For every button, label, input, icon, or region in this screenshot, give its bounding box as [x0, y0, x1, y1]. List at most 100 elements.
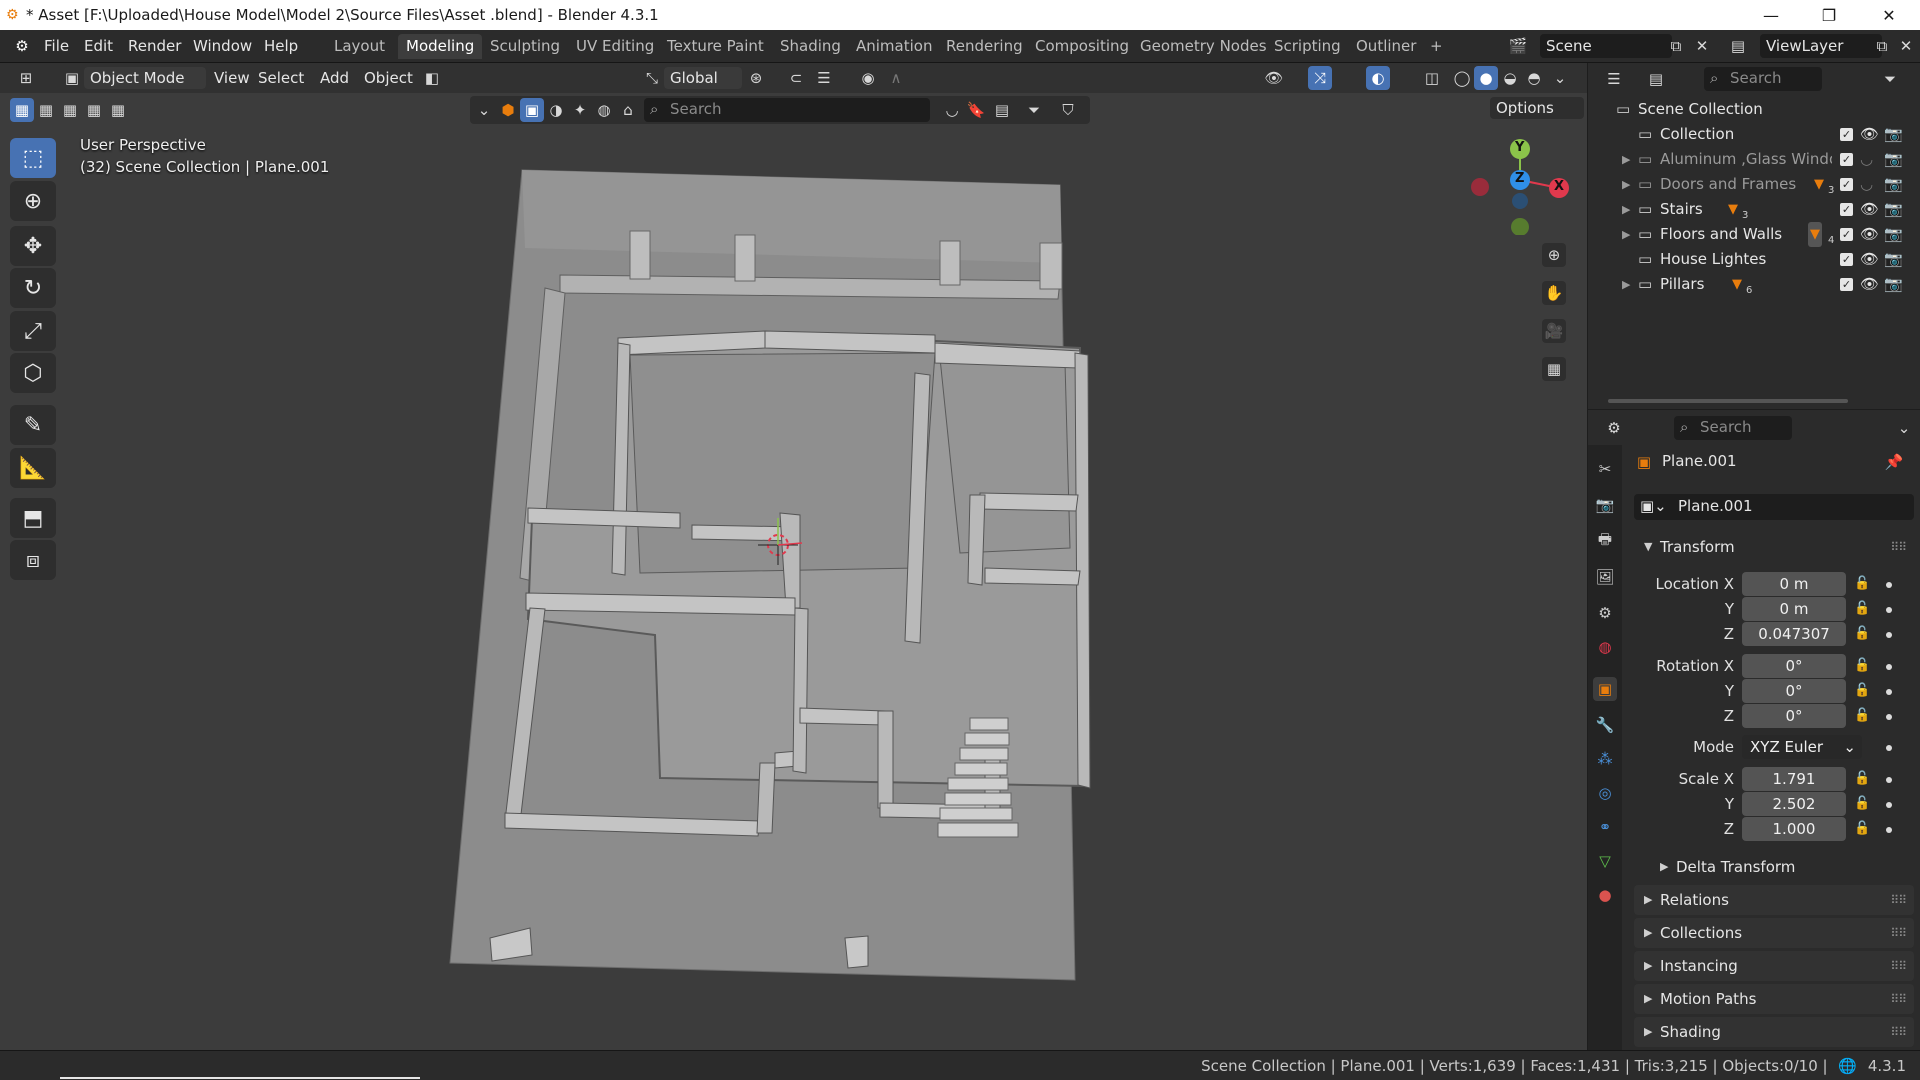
exclude-checkbox[interactable]: ✓ [1840, 178, 1853, 191]
pan-hand-icon[interactable]: ✋ [1542, 281, 1566, 305]
mesh-filter-icon[interactable]: ▣ [520, 98, 544, 122]
eye-icon[interactable]: 👁 [1860, 197, 1879, 222]
camera-filter-icon[interactable]: ✦ [568, 98, 592, 122]
exclude-checkbox[interactable]: ✓ [1840, 228, 1853, 241]
exclude-checkbox[interactable]: ✓ [1840, 128, 1853, 141]
light-filter-icon[interactable]: ◑ [544, 98, 568, 122]
eye-icon[interactable]: 👁 [1860, 122, 1879, 147]
empty-filter-icon[interactable]: ⌂ [616, 98, 640, 122]
lock-icon[interactable]: 🔓 [1854, 796, 1870, 812]
wireframe-shading-icon[interactable]: ◯ [1450, 66, 1474, 90]
lock-icon[interactable]: 🔓 [1854, 771, 1870, 787]
expand-arrow-icon[interactable]: ▶ [1622, 172, 1630, 197]
add-workspace-button[interactable]: + [1422, 34, 1451, 59]
scene-selector-icon[interactable]: 🎬 [1506, 34, 1530, 58]
object-type-icon[interactable]: ⬢ [496, 98, 520, 122]
menu-window[interactable]: Window [187, 35, 258, 57]
outliner-filter-icon[interactable]: ⏷ [1878, 67, 1902, 91]
pivot-point-icon[interactable]: ⊛ [744, 66, 768, 90]
keyframe-dot-icon[interactable] [1886, 827, 1892, 833]
properties-editor-type-icon[interactable]: ⚙ [1602, 416, 1626, 440]
tab-geometry-nodes[interactable]: Geometry Nodes [1132, 34, 1275, 59]
data-tab-icon[interactable]: ▽ [1593, 849, 1617, 873]
drag-handle-icon[interactable]: ⠿⠿ [1890, 918, 1907, 948]
tab-outliner[interactable]: Outliner [1348, 34, 1424, 59]
tab-rendering[interactable]: Rendering [938, 34, 1031, 59]
keyframe-dot-icon[interactable] [1886, 802, 1892, 808]
minimize-icon[interactable]: — [1742, 0, 1800, 30]
motion-paths-panel-header[interactable]: ▶ Motion Paths ⠿⠿ [1634, 984, 1914, 1014]
drag-handle-icon[interactable]: ⠿⠿ [1890, 885, 1907, 915]
maximize-icon[interactable]: ❐ [1800, 0, 1858, 30]
scene-name-field[interactable]: Scene [1540, 34, 1672, 58]
editor-type-icon[interactable]: ⊞ [14, 66, 38, 90]
menu-file[interactable]: File [38, 35, 75, 57]
tab-modeling[interactable]: Modeling [398, 34, 483, 59]
exclude-checkbox[interactable]: ✓ [1840, 278, 1853, 291]
mode-dropdown[interactable]: Object Mode [84, 67, 206, 89]
transform-tool-icon[interactable]: ⬡ [10, 353, 56, 393]
select-subtract-icon[interactable]: ▦ [58, 98, 82, 122]
options-dropdown[interactable]: Options [1490, 97, 1584, 119]
display-mode-icon[interactable]: ▤ [1644, 67, 1668, 91]
snap-icon[interactable]: ⊂ [784, 66, 808, 90]
keyframe-dot-icon[interactable] [1886, 664, 1892, 670]
drag-handle-icon[interactable]: ⠿⠿ [1890, 1017, 1907, 1047]
menu-edit[interactable]: Edit [78, 35, 119, 57]
shading-panel-header[interactable]: ▶ Shading ⠿⠿ [1634, 1017, 1914, 1047]
camera-icon[interactable]: 📷 [1884, 272, 1903, 297]
cursor-tool-icon[interactable]: ⊕ [10, 181, 56, 221]
camera-icon[interactable]: 📷 [1884, 197, 1903, 222]
exclude-checkbox[interactable]: ✓ [1840, 203, 1853, 216]
drag-handle-icon[interactable]: ⠿⠿ [1890, 951, 1907, 981]
rotation-x-field[interactable]: 0° [1742, 654, 1846, 678]
rotation-mode-dropdown[interactable]: XYZ Euler ⌄ [1742, 735, 1862, 759]
annotate-tool-icon[interactable]: ✎ [10, 405, 56, 445]
keyframe-dot-icon[interactable] [1886, 745, 1892, 751]
location-z-field[interactable]: 0.047307 [1742, 622, 1846, 646]
expand-arrow-icon[interactable]: ▶ [1622, 197, 1630, 222]
lock-icon[interactable]: 🔓 [1854, 626, 1870, 642]
outliner-search-input[interactable]: ⌕ Search [1704, 67, 1822, 91]
overlays-toggle-icon[interactable]: ◐ [1366, 66, 1390, 90]
view-layer-tab-icon[interactable]: 🖼 [1593, 565, 1617, 589]
filter-funnel-icon[interactable]: ⏷ [1022, 98, 1046, 122]
instancing-panel-header[interactable]: ▶ Instancing ⠿⠿ [1634, 951, 1914, 981]
shield-icon[interactable]: ⛉ [1056, 98, 1080, 122]
camera-icon[interactable]: 📷 [1884, 122, 1903, 147]
shading-options-icon[interactable]: ⌄ [1548, 66, 1572, 90]
expand-arrow-icon[interactable]: ▶ [1622, 222, 1630, 247]
eye-icon[interactable]: 👁 [1860, 222, 1879, 247]
ortho-grid-icon[interactable]: ▦ [1542, 357, 1566, 381]
navigation-gizmo[interactable]: Y X Z [1470, 135, 1570, 236]
properties-options-icon[interactable]: ⌄ [1892, 416, 1916, 440]
outliner-scrollbar[interactable] [1608, 399, 1848, 403]
select-new-icon[interactable]: ▦ [10, 98, 34, 122]
tab-shading[interactable]: Shading [772, 34, 849, 59]
datablock-field[interactable]: ▣⌄ Plane.001 [1634, 494, 1914, 520]
outliner-row[interactable]: ▶ ▭ Stairs ▼ 3 ✓ 👁 📷 [1588, 197, 1920, 222]
tab-scripting[interactable]: Scripting [1266, 34, 1349, 59]
3d-viewport[interactable] [0, 63, 1587, 1050]
eye-icon[interactable]: 👁 [1860, 272, 1879, 297]
location-y-field[interactable]: 0 m [1742, 597, 1846, 621]
outliner-row[interactable]: ▭ House Lightes ✓ 👁 📷 [1588, 247, 1920, 272]
lock-icon[interactable]: 🔓 [1854, 708, 1870, 724]
tab-uv-editing[interactable]: UV Editing [568, 34, 662, 59]
move-tool-icon[interactable]: ✥ [10, 226, 56, 266]
keyframe-dot-icon[interactable] [1886, 582, 1892, 588]
tab-sculpting[interactable]: Sculpting [482, 34, 568, 59]
eye-icon[interactable]: 👁 [1860, 247, 1879, 272]
tab-animation[interactable]: Animation [848, 34, 940, 59]
transform-orientation-dropdown[interactable]: Global [664, 67, 742, 89]
keyframe-dot-icon[interactable] [1886, 689, 1892, 695]
menu-select[interactable]: Select [252, 67, 310, 89]
delta-transform-panel-header[interactable]: ▶ Delta Transform [1650, 852, 1914, 882]
modifier-tab-icon[interactable]: 🔧 [1593, 713, 1617, 737]
location-x-field[interactable]: 0 m [1742, 572, 1846, 596]
gizmo-toggle-icon[interactable]: ⤨ [1308, 66, 1332, 90]
pin-icon[interactable]: 📌 [1882, 450, 1906, 474]
transform-panel-header[interactable]: ▼ Transform ⠿⠿ [1634, 532, 1914, 562]
outliner-row[interactable]: ▶ ▭ Pillars ▼ 6 ✓ 👁 📷 [1588, 272, 1920, 297]
falloff-icon[interactable]: ∧ [884, 66, 908, 90]
